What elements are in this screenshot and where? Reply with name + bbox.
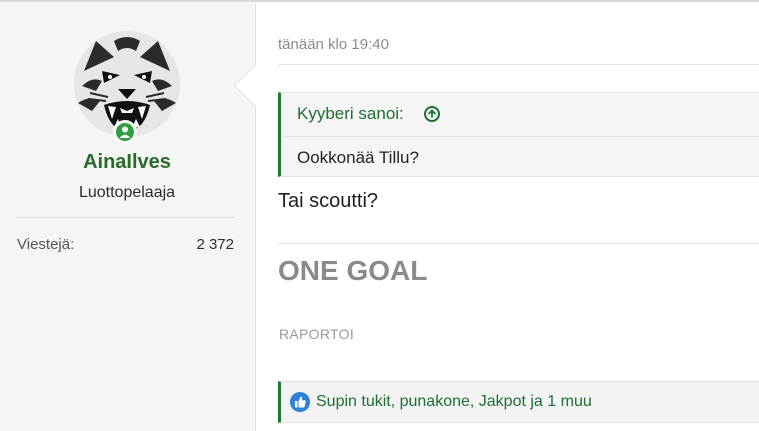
report-link[interactable]: RAPORTOI xyxy=(279,326,354,342)
user-title: Luottopelaaja xyxy=(78,184,176,201)
panel-divider xyxy=(16,217,235,218)
stat-value-messages: 2 372 xyxy=(196,236,234,253)
divider xyxy=(278,64,759,65)
signature-divider xyxy=(278,243,759,244)
stat-label-messages: Viestejä: xyxy=(17,236,75,253)
quote-header: Kyyberi sanoi: xyxy=(281,93,759,137)
arrow-up-circle-icon[interactable] xyxy=(424,106,440,122)
post-body: Tai scoutti? xyxy=(278,190,379,212)
thumbs-up-icon xyxy=(290,392,310,412)
username[interactable]: AinaIlves xyxy=(0,151,254,174)
quote-author[interactable]: Kyyberi sanoi: xyxy=(297,104,404,124)
user-panel: AinaIlves Luottopelaaja Viestejä: 2 372 xyxy=(0,2,256,431)
quote-block: Kyyberi sanoi: Ookkonää Tillu? xyxy=(278,92,759,177)
post-timestamp[interactable]: tänään klo 19:40 xyxy=(278,36,389,53)
quote-text: Ookkonää Tillu? xyxy=(297,148,419,167)
online-status-icon xyxy=(113,120,137,144)
likes-bar: Supin tukit, punakone, Jakpot ja 1 muu xyxy=(278,381,759,423)
likes-list[interactable]: Supin tukit, punakone, Jakpot ja 1 muu xyxy=(316,393,592,411)
signature: ONE GOAL xyxy=(278,255,428,286)
